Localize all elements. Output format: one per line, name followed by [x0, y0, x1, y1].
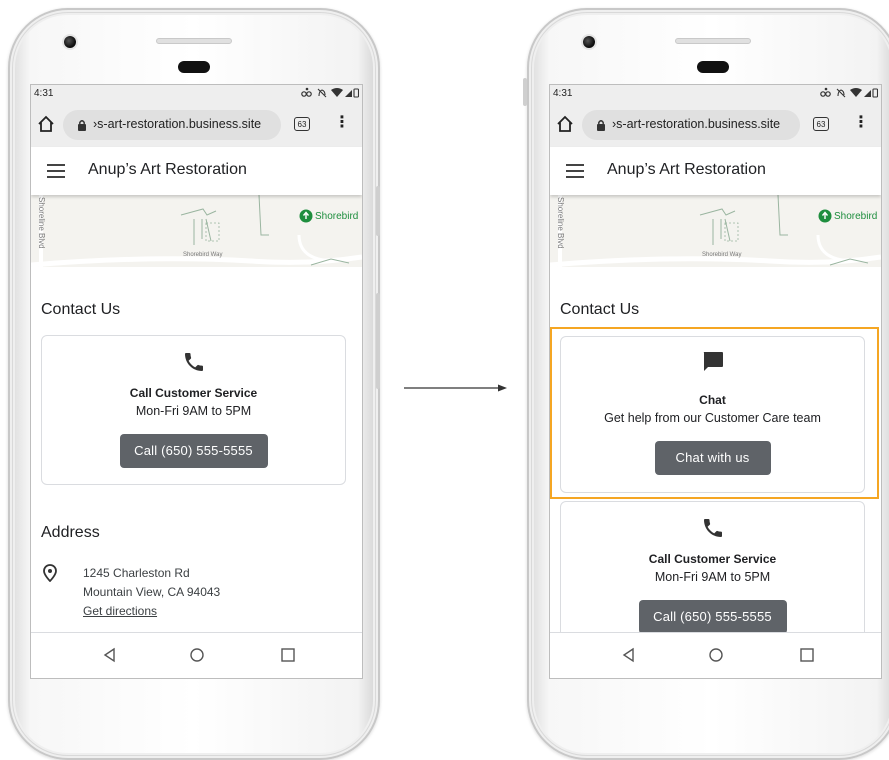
status-bar: 4:31 [31, 85, 362, 103]
lock-icon [78, 120, 86, 131]
volume-button [376, 186, 380, 236]
url-bar[interactable]: ›s-art-restoration.business.site [63, 110, 281, 140]
earpiece [178, 61, 210, 73]
address-line2: Mountain View, CA 94043 [83, 585, 221, 599]
home-circle-icon[interactable] [707, 646, 725, 664]
status-indicators-icon [301, 87, 360, 98]
earpiece [697, 61, 729, 73]
browser-toolbar: ›s-art-restoration.business.site 63 ⋮ [550, 103, 881, 147]
app-bar: Anup’s Art Restoration [31, 147, 362, 195]
get-directions-link[interactable]: Get directions [83, 604, 157, 618]
call-title: Call Customer Service [129, 386, 258, 400]
phone-after: 4:31 ›s-art-restoration.business.site 63… [523, 8, 889, 760]
recents-icon[interactable] [798, 646, 816, 664]
chat-card: Chat Get help from our Customer Care tea… [560, 336, 865, 493]
chat-description: Get help from our Customer Care team [604, 411, 821, 425]
speaker-grille [156, 38, 232, 44]
call-card: Call Customer Service Mon-Fri 9AM to 5PM… [41, 335, 346, 485]
front-camera [583, 36, 595, 48]
phone-icon [703, 519, 722, 537]
site-title: Anup’s Art Restoration [88, 161, 247, 178]
hamburger-icon[interactable] [566, 164, 584, 178]
chat-button[interactable]: Chat with us [654, 441, 771, 475]
call-title: Call Customer Service [648, 552, 777, 566]
more-vert-icon[interactable]: ⋮ [334, 113, 350, 133]
power-button [376, 293, 380, 389]
phone-icon [184, 353, 203, 371]
arrow-right-icon [404, 384, 507, 392]
map-pin-icon[interactable] [299, 209, 313, 225]
map-road-label: Shorebird Way [183, 252, 223, 258]
call-hours: Mon-Fri 9AM to 5PM [135, 404, 252, 418]
location-pin-icon [43, 564, 57, 582]
app-bar: Anup’s Art Restoration [550, 147, 881, 195]
chat-title: Chat [699, 393, 726, 407]
call-hours: Mon-Fri 9AM to 5PM [654, 570, 771, 584]
chat-icon [703, 352, 723, 371]
speaker-grille [675, 38, 751, 44]
android-nav-bar [31, 632, 362, 678]
back-icon[interactable] [620, 646, 638, 664]
tabs-icon[interactable]: 63 [813, 117, 829, 131]
phone-screen: 4:31 ›s-art-restoration.business.site 63… [30, 84, 363, 679]
status-time: 4:31 [553, 88, 573, 99]
map-blvd-label: Shoreline Blvd [37, 197, 46, 249]
home-icon[interactable] [36, 114, 56, 134]
front-camera [64, 36, 76, 48]
status-bar: 4:31 [550, 85, 881, 103]
map-pin-icon[interactable] [818, 209, 832, 225]
map-road-label: Shorebird Way [702, 252, 742, 258]
tabs-icon[interactable]: 63 [294, 117, 310, 131]
map-place-label: Shorebird [834, 211, 878, 222]
phone-screen: 4:31 ›s-art-restoration.business.site 63… [549, 84, 882, 679]
url-bar[interactable]: ›s-art-restoration.business.site [582, 110, 800, 140]
url-text: ›s-art-restoration.business.site [93, 117, 262, 131]
status-time: 4:31 [34, 88, 54, 99]
lock-icon [597, 120, 605, 131]
site-title: Anup’s Art Restoration [607, 161, 766, 178]
status-icons [820, 87, 879, 101]
phone-before: 4:31 ›s-art-restoration.business.site 63… [8, 8, 380, 760]
status-icons [301, 87, 360, 101]
address-line1: 1245 Charleston Rd [83, 566, 190, 580]
recents-icon[interactable] [279, 646, 297, 664]
map-blvd-label: Shoreline Blvd [556, 197, 565, 249]
contact-title: Contact Us [560, 301, 640, 318]
back-icon[interactable] [101, 646, 119, 664]
call-button[interactable]: Call (650) 555-5555 [638, 600, 787, 634]
map[interactable]: Shorebird Shorebird Way Shoreline Blvd [550, 195, 881, 267]
url-text: ›s-art-restoration.business.site [612, 117, 781, 131]
browser-toolbar: ›s-art-restoration.business.site 63 ⋮ [31, 103, 362, 147]
map-place-label: Shorebird [315, 211, 359, 222]
hamburger-icon[interactable] [47, 164, 65, 178]
map[interactable]: Shorebird Shorebird Way Shoreline Blvd [31, 195, 362, 267]
address-title: Address [41, 524, 100, 541]
side-button [523, 78, 527, 106]
contact-title: Contact Us [41, 301, 121, 318]
status-indicators-icon [820, 87, 879, 98]
more-vert-icon[interactable]: ⋮ [853, 113, 869, 133]
call-button[interactable]: Call (650) 555-5555 [119, 434, 268, 468]
android-nav-bar [550, 632, 881, 678]
home-icon[interactable] [555, 114, 575, 134]
home-circle-icon[interactable] [188, 646, 206, 664]
